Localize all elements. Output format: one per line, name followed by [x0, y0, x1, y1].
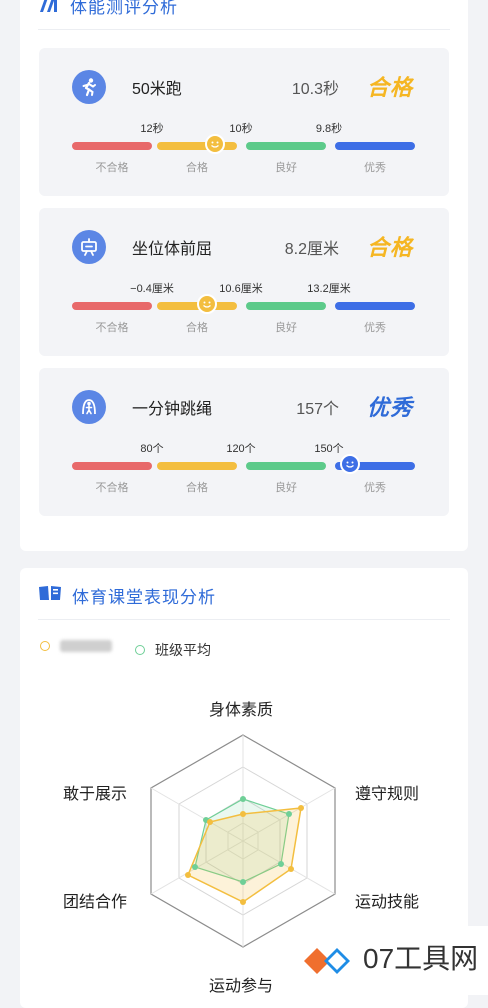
sit-reach-icon: [72, 230, 106, 264]
radar-label: 遵守规则: [355, 786, 420, 803]
item-value: 10.3秒: [291, 81, 339, 98]
good-bar: [246, 302, 326, 310]
fail-bar: [72, 142, 152, 150]
item-value: 8.2厘米: [284, 241, 339, 258]
item-name: 坐位体前屈: [132, 241, 213, 258]
fitness-section-header: 体能测评分析: [38, 0, 178, 20]
level-label: 良好: [275, 482, 297, 494]
fitness-item-sit-and-reach[interactable]: 坐位体前屈 8.2厘米 合格 −0.4厘米 10.6厘米 13.2厘米 不合格 …: [39, 208, 449, 356]
fitness-analysis-card: 体能测评分析 50米跑 10.3秒 合格 12秒 10秒 9.8秒 不合格 合格: [20, 0, 468, 551]
grade-badge: 合格: [366, 235, 413, 260]
fail-bar: [72, 302, 152, 310]
pass-bar: [157, 462, 237, 470]
radar-label: 敢于展示: [63, 786, 128, 803]
fitness-logo-icon: [38, 0, 60, 18]
smiley-marker-icon: [340, 454, 360, 474]
radar-label: 运动参与: [209, 978, 274, 995]
level-label: 良好: [275, 162, 297, 174]
grade-badge: 合格: [366, 75, 413, 100]
threshold-label: 120个: [226, 443, 256, 455]
threshold-label: 12秒: [140, 123, 164, 135]
item-name: 50米跑: [132, 81, 182, 98]
threshold-label: 80个: [140, 443, 164, 455]
threshold-label: 13.2厘米: [307, 283, 351, 295]
threshold-label: 150个: [314, 443, 344, 455]
threshold-label: 10秒: [229, 123, 253, 135]
threshold-label: 10.6厘米: [219, 283, 263, 295]
radar-label: 团结合作: [63, 894, 128, 911]
good-bar: [246, 462, 326, 470]
threshold-label: −0.4厘米: [130, 283, 174, 295]
excellent-bar: [335, 142, 415, 150]
level-label: 合格: [186, 162, 208, 174]
item-value: 157个: [296, 401, 339, 418]
excellent-bar: [335, 302, 415, 310]
level-label: 优秀: [364, 482, 386, 494]
level-label: 优秀: [364, 162, 386, 174]
watermark-text: 07工具网: [363, 943, 479, 974]
smiley-marker-icon: [205, 134, 225, 154]
fail-bar: [72, 462, 152, 470]
watermark-logo-icon: [304, 948, 350, 974]
level-label: 不合格: [95, 162, 129, 174]
pass-bar: [157, 142, 237, 150]
grade-badge: 优秀: [366, 395, 413, 420]
running-icon: [72, 70, 106, 104]
item-name: 一分钟跳绳: [132, 401, 213, 418]
level-label: 合格: [186, 482, 208, 494]
level-label: 不合格: [95, 322, 129, 334]
fitness-section-title: 体能测评分析: [70, 0, 178, 17]
fitness-item-jump-rope[interactable]: 一分钟跳绳 157个 优秀 80个 120个 150个 不合格 合格 良好 优秀: [39, 368, 449, 516]
fitness-item-50m-run[interactable]: 50米跑 10.3秒 合格 12秒 10秒 9.8秒 不合格 合格 良好 优秀: [39, 48, 449, 196]
radar-label: 身体素质: [209, 702, 274, 719]
level-label: 优秀: [364, 322, 386, 334]
radar-label: 运动技能: [355, 894, 420, 911]
level-label: 不合格: [95, 482, 129, 494]
smiley-marker-icon: [197, 294, 217, 314]
good-bar: [246, 142, 326, 150]
threshold-label: 9.8秒: [315, 123, 343, 135]
level-label: 合格: [186, 322, 208, 334]
jump-rope-icon: [72, 390, 106, 424]
level-label: 良好: [275, 322, 297, 334]
section-divider: [38, 29, 450, 30]
